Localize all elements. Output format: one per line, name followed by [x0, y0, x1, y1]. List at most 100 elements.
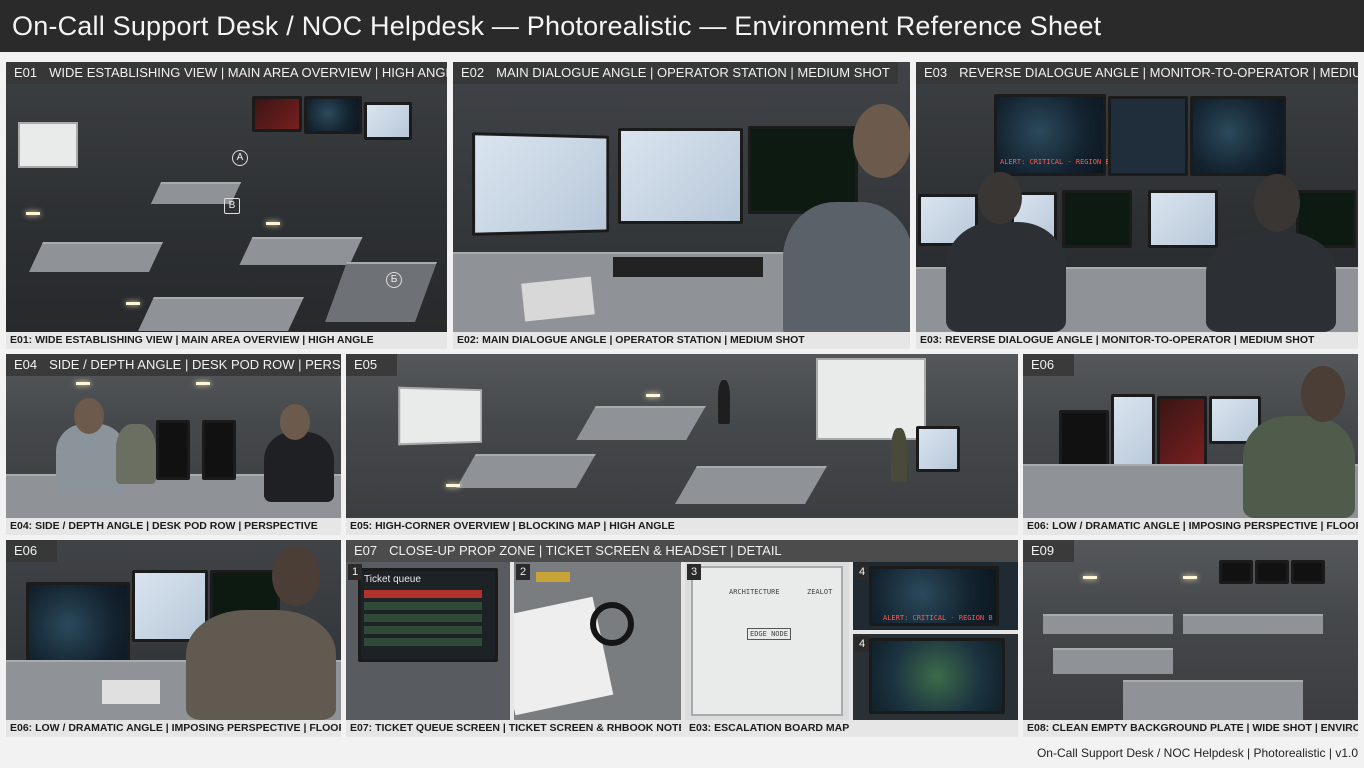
panel-e07: Ticket queue 1 2 ARCHITECTURE ZEALOT EDG… — [346, 540, 1018, 737]
monitor — [1157, 396, 1207, 468]
world-map-monitor — [869, 638, 1005, 714]
panel-caption: E04: SIDE / DEPTH ANGLE | DESK POD ROW |… — [6, 518, 341, 535]
whiteboard — [18, 122, 78, 168]
panel-code: E06 — [14, 543, 38, 558]
panel-code: E06 — [1031, 357, 1055, 372]
wall-monitor — [304, 96, 362, 134]
notebook — [521, 276, 595, 322]
desk-pod — [239, 237, 363, 265]
monitor — [916, 426, 960, 472]
ceiling-light — [26, 212, 40, 215]
ceiling-light — [126, 302, 140, 305]
desk-pod — [1053, 648, 1173, 674]
panel-caption: E08: CLEAN EMPTY BACKGROUND PLATE | WIDE… — [1023, 720, 1358, 737]
scene-e09 — [1023, 540, 1358, 737]
operator — [186, 610, 336, 720]
panel-header: E06 — [1023, 354, 1075, 376]
panel-code: E07 — [354, 543, 378, 558]
operator-head — [1301, 366, 1345, 422]
whiteboard-node: EDGE NODE — [747, 628, 791, 640]
operator-head — [1254, 174, 1300, 232]
operator — [1206, 232, 1336, 332]
panel-caption: E07: TICKET QUEUE SCREEN | TICKET SCREEN… — [346, 720, 681, 737]
keyboard — [613, 257, 763, 277]
monitor — [1062, 190, 1132, 248]
operator-head — [853, 104, 910, 178]
ceiling-light — [1083, 576, 1097, 579]
whiteboard-title: ARCHITECTURE — [729, 588, 780, 596]
ticket-row — [364, 638, 482, 646]
panel-e05: E05 E05: HIGH-CORNER OVERVIEW | BLOCKING… — [346, 354, 1018, 535]
whiteboard-note: ZEALOT — [807, 588, 833, 596]
monitor — [1111, 394, 1155, 474]
whiteboard — [816, 358, 926, 440]
e07-sub-alert-monitor: ALERT: CRITICAL - REGION B 4 — [853, 562, 1018, 630]
desk-pod — [138, 297, 304, 331]
panel-code: E01 — [14, 65, 38, 80]
ceiling-light — [76, 382, 90, 385]
panel-header-text: WIDE ESTABLISHING VIEW | MAIN AREA OVERV… — [49, 65, 447, 80]
panel-header: E04 SIDE / DEPTH ANGLE | DESK POD ROW | P… — [6, 354, 341, 376]
scene-e03: ALERT: CRITICAL - REGION B — [916, 62, 1358, 349]
operator-head — [272, 546, 320, 606]
scene-e05 — [346, 354, 1018, 535]
wall-monitor — [1219, 560, 1253, 584]
panel-header-text: MAIN DIALOGUE ANGLE | OPERATOR STATION |… — [496, 65, 890, 80]
ticket-row — [364, 602, 482, 610]
desk-pod — [576, 406, 706, 440]
operator — [264, 432, 334, 502]
panel-header-text: REVERSE DIALOGUE ANGLE | MONITOR-TO-OPER… — [959, 65, 1358, 80]
ceiling-light — [446, 484, 460, 487]
desk-pod — [1043, 614, 1173, 634]
scene-e02 — [453, 62, 910, 349]
panel-header: E01 WIDE ESTABLISHING VIEW | MAIN AREA OV… — [6, 62, 447, 84]
ticket-row — [364, 614, 482, 622]
marker-a: A — [232, 150, 248, 166]
sub-number: 1 — [348, 564, 362, 580]
operator — [783, 202, 910, 342]
standing-person — [718, 380, 730, 424]
panel-e01: A B Б E01 WIDE ESTABLISHING VIEW | MAIN A… — [6, 62, 447, 349]
scene-e06-b — [6, 540, 341, 737]
operator-head — [74, 398, 104, 434]
ceiling-light — [646, 394, 660, 397]
operator-head — [978, 172, 1022, 224]
e07-sub-whiteboard: ARCHITECTURE ZEALOT EDGE NODE E03: ESCAL… — [685, 562, 849, 737]
monitor — [202, 420, 236, 480]
panel-code: E05 — [354, 357, 378, 372]
panel-e09: E09 E08: CLEAN EMPTY BACKGROUND PLATE | … — [1023, 540, 1358, 737]
desk-pod — [29, 242, 163, 272]
operator — [116, 424, 156, 484]
panel-header-text: SIDE / DEPTH ANGLE | DESK POD ROW | PERS… — [49, 357, 341, 372]
panel-header-text: CLOSE-UP PROP ZONE | TICKET SCREEN & HEA… — [389, 543, 782, 558]
panel-caption: E01: WIDE ESTABLISHING VIEW | MAIN AREA … — [6, 332, 447, 349]
headset-icon — [590, 602, 634, 646]
operator — [946, 222, 1066, 332]
wall-monitor — [364, 102, 412, 140]
panel-e02: E02 MAIN DIALOGUE ANGLE | OPERATOR STATIO… — [453, 62, 910, 349]
panel-e03: ALERT: CRITICAL - REGION B E03 REVERSE DI… — [916, 62, 1358, 349]
panel-code: E02 — [461, 65, 485, 80]
desk-phone-display — [536, 572, 570, 582]
panel-code: E03 — [924, 65, 948, 80]
desk-pod — [1123, 680, 1303, 720]
e07-sub-headset: 2 — [514, 562, 681, 720]
panel-caption: E06: LOW / DRAMATIC ANGLE | IMPOSING PER… — [1023, 518, 1358, 535]
scene-e04 — [6, 354, 341, 535]
ticket-monitor — [471, 132, 610, 236]
panel-e06-b: E06 E06: LOW / DRAMATIC ANGLE | IMPOSING… — [6, 540, 341, 737]
panel-caption: E05: HIGH-CORNER OVERVIEW | BLOCKING MAP… — [346, 518, 1018, 535]
floor-plate — [325, 262, 437, 322]
notebook — [102, 680, 160, 704]
desk-pod — [675, 466, 827, 504]
marker-b: B — [224, 198, 240, 214]
alert-text: ALERT: CRITICAL - REGION B — [883, 614, 993, 622]
desk-pod — [456, 454, 596, 488]
panel-caption: E03: REVERSE DIALOGUE ANGLE | MONITOR-TO… — [916, 332, 1358, 349]
alert-text: ALERT: CRITICAL - REGION B — [1000, 158, 1110, 166]
sheet-footer: On-Call Support Desk / NOC Helpdesk | Ph… — [1036, 746, 1358, 760]
wall-monitor — [1255, 560, 1289, 584]
ticket-row — [364, 590, 482, 598]
monitor — [1148, 190, 1218, 248]
scene-e01: A B Б — [6, 62, 447, 349]
